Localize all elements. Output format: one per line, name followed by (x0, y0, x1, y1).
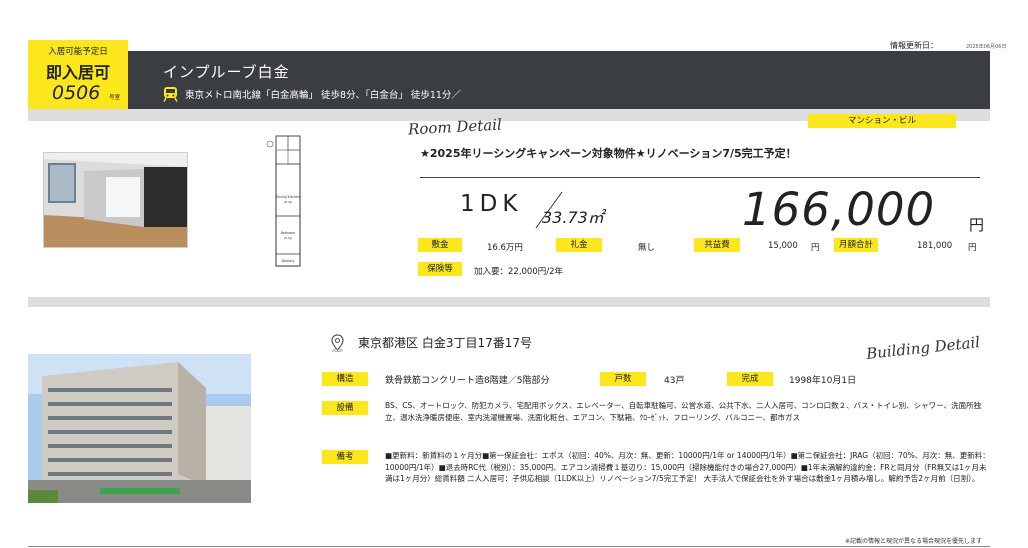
floorplan-kitchen-size: (8.4J) (284, 200, 292, 204)
train-icon (163, 87, 178, 102)
move-in-status: 即入居可 (45, 63, 110, 82)
facilities-tag: 設備 (322, 401, 368, 415)
units-tag: 戸数 (600, 372, 646, 386)
update-label: 情報更新日： (890, 41, 938, 50)
room-number: 0506 (52, 82, 101, 104)
update-date: 2025年06月06日 (966, 44, 1007, 50)
remarks-text: ■更新料：新賃料の１ヶ月分■第一保証会社：エポス（初回：40%、月次：無、更新：… (385, 451, 990, 483)
floorplan-bedroom-label: Bedroom (281, 231, 295, 235)
divider (420, 177, 980, 178)
map-pin-icon (331, 334, 344, 352)
structure-value: 鉄骨鉄筋コンクリート造8階建／5階部分 (385, 376, 550, 386)
facilities-text: BS、CS、オートロック、防犯カメラ、宅配用ボックス、エレベーター、自転車駐輪可… (385, 401, 982, 422)
completion-tag: 完成 (727, 372, 773, 386)
monthly-total-value: 181,000 (917, 241, 953, 251)
building-type-tag: マンション・ビル (808, 114, 956, 128)
building-address: 東京都港区 白金3丁目17番17号 (358, 336, 532, 350)
room-layout: 1DK (460, 191, 523, 217)
mgmt-fee-unit: 円 (811, 243, 820, 253)
floorplan-diagram: Dining Kitchen (8.4J) Bedroom (6.0J) Bal… (262, 134, 312, 270)
completion-value: 1998年10月1日 (789, 376, 857, 386)
rent-unit: 円 (969, 216, 985, 234)
move-in-label: 入居可能予定日 (48, 47, 108, 57)
key-money-tag: 礼金 (556, 238, 602, 252)
room-interior-photo (43, 152, 188, 248)
access-text: 東京メトロ南北線「白金高輪」 徒歩8分、「白金台」 徒歩11分／ (185, 90, 461, 101)
floorplan-balcony-label: Balcony (282, 259, 295, 263)
update-date-row: 情報更新日： 2025年06月06日 (890, 40, 1006, 51)
insurance-value: 加入要：22,000円/2年 (474, 267, 564, 277)
room-suffix: 号室 (109, 95, 121, 101)
footer-note: ※記載の情報と現況が異なる場合現況を優先します (845, 538, 983, 545)
campaign-text: ★2025年リーシングキャンペーン対象物件★リノベーション7/5完工予定！ (420, 147, 797, 160)
insurance-tag: 保険等 (418, 262, 462, 276)
bottom-divider (28, 546, 990, 547)
room-area: 33.73㎡ (542, 208, 604, 227)
property-title: インプルーブ白金 (163, 63, 290, 81)
floorplan-bedroom-size: (6.0J) (284, 236, 292, 240)
rent-price: 166,000 (742, 183, 936, 236)
floorplan-kitchen-label: Dining Kitchen (276, 195, 299, 199)
access-info: 東京メトロ南北線「白金高輪」 徒歩8分、「白金台」 徒歩11分／ (163, 86, 461, 102)
mgmt-fee-value: 15,000 (768, 241, 798, 251)
building-exterior-photo (28, 354, 251, 503)
monthly-total-unit: 円 (968, 243, 977, 253)
units-value: 43戸 (664, 376, 685, 386)
deposit-tag: 敷金 (418, 238, 462, 252)
deposit-value: 16.6万円 (487, 243, 523, 253)
structure-tag: 構造 (322, 372, 368, 386)
monthly-total-tag: 月額合計 (834, 238, 878, 252)
remarks-tag: 備考 (322, 450, 368, 464)
key-money-value: 無し (638, 243, 656, 253)
mgmt-fee-tag: 共益費 (694, 238, 740, 252)
building-detail-heading: Building Detail (865, 333, 981, 363)
